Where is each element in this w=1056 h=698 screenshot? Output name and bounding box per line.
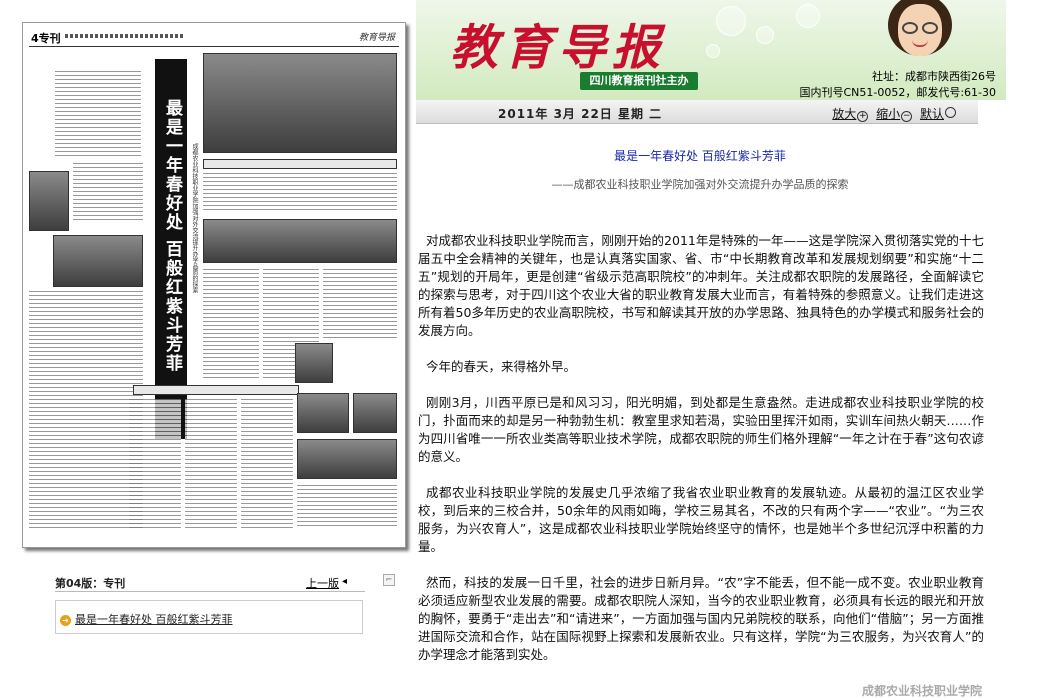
page-number-label: 第04版：专刊 [55,577,126,590]
corner-toggle-icon[interactable]: ⌐ [383,574,395,586]
newspaper-page-header: 4专刊 教育导报 [29,29,399,47]
newspaper-text-column [55,71,141,157]
zoom-out-label[interactable]: 缩小 [876,107,900,121]
decorative-bubble [706,44,720,58]
newspaper-page-thumbnail[interactable]: 4专刊 教育导报 最是一年春好处 百般红紫斗芳菲 成都农业科技职业学院加强对外交… [22,22,406,548]
article-title: 最是一年春好处 百般红紫斗芳菲 [614,149,786,163]
newspaper-photo [297,393,349,433]
page-pager: 第04版：专刊 上一版 ◂ [55,574,365,592]
newspaper-page-header-text [65,34,185,38]
issue-date: 2011年 3月 22日 星期 二 [498,107,663,121]
circle-icon[interactable] [945,107,956,118]
date-toolbar: 2011年 3月 22日 星期 二 放大 + 缩小 − 默认 [416,100,978,124]
decorative-bubble [716,6,746,36]
newspaper-subheadline: 成都农业科技职业学院加强对外交流提升办学品质的探索 [191,143,198,293]
article-paragraph: 然而，科技的发展一日千里，社会的进步日新月异。“农”字不能丢，但不能一成不变。农… [418,575,984,662]
newspaper-section-heading [203,159,397,169]
article-paragraph: 今年的春天，来得格外早。 [426,359,577,374]
page-preview-panel: 4专刊 教育导报 最是一年春好处 百般红紫斗芳菲 成都农业科技职业学院加强对外交… [0,0,410,698]
decorative-bubble [796,4,820,28]
issn-text: 国内刊号CN51-0052，邮发代号:61-30 [799,86,996,99]
article-paragraph: 刚刚3月，川西平原已是和风习习，阳光明媚，到处都是生意盎然。走进成都农业科技职业… [418,395,984,464]
newspaper-photo [353,393,397,433]
newspaper-logo: 教育导报 [358,33,395,43]
zoom-out-button[interactable]: 缩小 − [876,105,913,122]
masthead: 教育导报 四川教育报刊社主办 社址：成都市陕西街26号 国内刊号CN51-005… [416,0,1006,100]
newspaper-campus-photo [203,53,397,153]
zoom-controls: 放大 + 缩小 − 默认 [828,105,956,122]
newspaper-text-column [185,399,237,529]
newspaper-text-column [297,485,397,529]
address-text: 社址：成都市陕西街26号 [872,70,996,83]
newspaper-text-column [323,269,397,339]
newspaper-headline-bar: 最是一年春好处 百般红紫斗芳菲 [155,59,187,439]
mascot-girl-image [878,0,962,72]
prev-page-link[interactable]: 上一版 [306,575,339,591]
decorative-bubble [756,26,774,44]
newspaper-text-column [203,269,259,379]
mascot-glasses-left [902,22,918,34]
masthead-title: 教育导报 [450,20,667,76]
article-paragraph: 成都农业科技职业学院的发展史几乎浓缩了我省农业职业教育的发展轨迹。从最初的温江区… [418,485,984,554]
article-list: ➜ 最是一年春好处 百般红紫斗芳菲 [55,600,363,634]
newspaper-photo [297,439,397,479]
newspaper-photo [29,171,69,231]
newspaper-text-column [203,173,397,213]
article-link[interactable]: 最是一年春好处 百般红紫斗芳菲 [75,613,233,626]
newspaper-section-heading [133,385,299,395]
newspaper-page-mark: 4专刊 [31,32,61,45]
newspaper-group-photo [203,219,397,263]
newspaper-text-column [29,291,143,531]
zoom-in-button[interactable]: 放大 + [832,105,869,122]
plus-icon[interactable]: + [857,111,869,122]
minus-icon[interactable]: − [901,111,913,122]
newspaper-photo [295,343,333,383]
newspaper-text-column [241,399,293,529]
newspaper-text-column [129,399,181,529]
arrow-bullet-icon: ➜ [60,614,71,626]
article-subtitle: ——成都农业科技职业学院加强对外交流提升办学品质的探索 [551,178,849,191]
zoom-default-label[interactable]: 默认 [920,107,944,121]
mascot-glasses-right [922,22,938,34]
zoom-default-button[interactable]: 默认 [920,105,956,122]
newspaper-headline: 最是一年春好处 百般红紫斗芳菲 [162,99,182,373]
article-body: 对成都农业科技职业学院而言，刚刚开始的2011年是特殊的一年——这是学院深入贯彻… [418,232,984,682]
article-source-footer: 成都农业科技职业学院 [861,684,982,698]
list-item[interactable]: ➜ 最是一年春好处 百般红紫斗芳菲 [60,611,233,627]
article-paragraph: 对成都农业科技职业学院而言，刚刚开始的2011年是特殊的一年——这是学院深入贯彻… [418,233,984,338]
newspaper-text-column [73,163,143,223]
prev-arrow-icon[interactable]: ◂ [342,576,347,587]
newspaper-photo [53,235,143,287]
organizer-badge: 四川教育报刊社主办 [580,72,698,90]
zoom-in-label[interactable]: 放大 [832,107,856,121]
